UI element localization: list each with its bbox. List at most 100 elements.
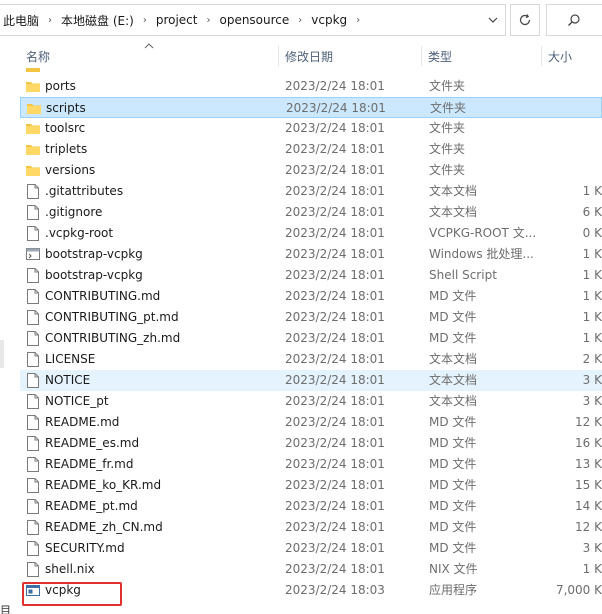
- chevron-right-icon[interactable]: ›: [137, 15, 153, 26]
- list-item[interactable]: README_zh_CN.md 2023/2/24 18:01 MD 文件 12 K: [20, 517, 602, 538]
- file-name: toolsrc: [45, 121, 86, 135]
- column-divider[interactable]: [421, 46, 422, 66]
- file-size: 6 K: [582, 205, 602, 219]
- list-item[interactable]: triplets 2023/2/24 18:01 文件夹: [20, 139, 602, 160]
- chevron-right-icon[interactable]: ›: [292, 15, 308, 26]
- chevron-right-icon[interactable]: ›: [350, 15, 366, 26]
- file-type: 文本文档: [429, 205, 478, 219]
- file-name: .vcpkg-root: [45, 226, 114, 240]
- document-icon: [26, 520, 40, 535]
- file-size: 3 K: [582, 373, 602, 387]
- file-size: [547, 139, 602, 160]
- file-modified-date: 2023/2/24 18:01: [285, 184, 385, 198]
- file-type: MD 文件: [429, 520, 477, 534]
- breadcrumb-this-pc[interactable]: 此电脑: [0, 12, 42, 29]
- list-item[interactable]: LICENSE 2023/2/24 18:01 文本文档 2 K: [20, 349, 602, 370]
- list-item[interactable]: shell.nix 2023/2/24 18:01 NIX 文件 1 K: [20, 559, 602, 580]
- list-item[interactable]: CONTRIBUTING.md 2023/2/24 18:01 MD 文件 1 K: [20, 286, 602, 307]
- document-icon: [26, 352, 40, 367]
- file-size: 1 K: [582, 289, 602, 303]
- file-type: 应用程序: [429, 583, 478, 597]
- sort-ascending-icon: [144, 42, 154, 52]
- breadcrumb-drive-e[interactable]: 本地磁盘 (E:): [58, 12, 137, 29]
- file-modified-date: 2023/2/24 18:01: [285, 226, 385, 240]
- address-dropdown-icon[interactable]: [480, 4, 506, 36]
- list-item[interactable]: .gitignore 2023/2/24 18:01 文本文档 6 K: [20, 202, 602, 223]
- file-type: 文件夹: [429, 79, 466, 93]
- file-modified-date: 2023/2/24 18:01: [285, 499, 385, 513]
- file-size: 15 K: [575, 478, 602, 492]
- list-item[interactable]: ports 2023/2/24 18:01 文件夹: [20, 76, 602, 97]
- file-modified-date: 2023/2/24 18:01: [285, 205, 385, 219]
- breadcrumb-opensource[interactable]: opensource: [216, 13, 292, 27]
- file-name: README_zh_CN.md: [45, 520, 163, 534]
- list-item[interactable]: bootstrap-vcpkg 2023/2/24 18:01 Windows 批处…: [20, 244, 602, 265]
- refresh-button[interactable]: [510, 4, 540, 36]
- file-name: CONTRIBUTING.md: [45, 289, 161, 303]
- file-type: NIX 文件: [429, 562, 478, 576]
- file-size: 1 K: [582, 310, 602, 324]
- chevron-right-icon[interactable]: ›: [200, 15, 216, 26]
- address-bar[interactable]: 此电脑 › 本地磁盘 (E:) › project › opensource ›…: [0, 4, 506, 36]
- file-type: 文本文档: [429, 373, 478, 387]
- search-box[interactable]: [546, 4, 602, 36]
- file-type: 文件夹: [429, 142, 466, 156]
- file-type: VCPKG-ROOT 文...: [429, 226, 537, 240]
- file-size: [547, 160, 602, 181]
- list-item[interactable]: scripts 2023/2/24 18:01 文件夹: [20, 97, 602, 118]
- chevron-right-icon[interactable]: ›: [42, 15, 58, 26]
- file-type: MD 文件: [429, 415, 477, 429]
- file-name: bootstrap-vcpkg: [45, 268, 143, 282]
- file-modified-date: 2023/2/24 18:01: [285, 520, 385, 534]
- list-item[interactable]: NOTICE 2023/2/24 18:01 文本文档 3 K: [20, 370, 602, 391]
- folder-icon: [26, 163, 40, 178]
- file-type: MD 文件: [429, 478, 477, 492]
- column-divider[interactable]: [278, 46, 279, 66]
- file-modified-date: 2023/2/24 18:01: [285, 121, 385, 135]
- file-type: MD 文件: [429, 499, 477, 513]
- file-name: NOTICE_pt: [45, 394, 109, 408]
- folder-icon: [27, 101, 41, 116]
- breadcrumb-vcpkg[interactable]: vcpkg: [308, 13, 350, 27]
- list-item[interactable]: toolsrc 2023/2/24 18:01 文件夹: [20, 118, 602, 139]
- folder-icon: [26, 121, 40, 136]
- list-item[interactable]: CONTRIBUTING_zh.md 2023/2/24 18:01 MD 文件 1 …: [20, 328, 602, 349]
- file-name: README_fr.md: [45, 457, 134, 471]
- list-item[interactable]: NOTICE_pt 2023/2/24 18:01 文本文档 3 K: [20, 391, 602, 412]
- file-name: README_es.md: [45, 436, 140, 450]
- breadcrumb-project[interactable]: project: [153, 13, 201, 27]
- list-item[interactable]: SECURITY.md 2023/2/24 18:01 MD 文件 3 K: [20, 538, 602, 559]
- file-size: 2 K: [582, 352, 602, 366]
- list-item[interactable]: README_es.md 2023/2/24 18:01 MD 文件 16 K: [20, 433, 602, 454]
- file-size: 16 K: [575, 436, 602, 450]
- file-name: README_pt.md: [45, 499, 138, 513]
- list-item[interactable]: versions 2023/2/24 18:01 文件夹: [20, 160, 602, 181]
- file-type: 文件夹: [429, 121, 466, 135]
- file-size: 1 K: [582, 331, 602, 345]
- file-modified-date: 2023/2/24 18:01: [285, 457, 385, 471]
- file-modified-date: 2023/2/24 18:01: [285, 352, 385, 366]
- list-item[interactable]: .vcpkg-root 2023/2/24 18:01 VCPKG-ROOT 文..…: [20, 223, 602, 244]
- file-type: 文本文档: [429, 352, 478, 366]
- column-divider[interactable]: [541, 46, 542, 66]
- file-type: MD 文件: [429, 436, 477, 450]
- list-item[interactable]: bootstrap-vcpkg 2023/2/24 18:01 Shell Scri…: [20, 265, 602, 286]
- list-item[interactable]: README_pt.md 2023/2/24 18:01 MD 文件 14 K: [20, 496, 602, 517]
- file-modified-date: 2023/2/24 18:01: [285, 289, 385, 303]
- file-modified-date: 2023/2/24 18:01: [286, 101, 386, 115]
- file-size: 14 K: [575, 499, 602, 513]
- list-item[interactable]: .gitattributes 2023/2/24 18:01 文本文档 1 K: [20, 181, 602, 202]
- file-modified-date: 2023/2/24 18:01: [285, 79, 385, 93]
- list-item[interactable]: CONTRIBUTING_pt.md 2023/2/24 18:01 MD 文件 1 …: [20, 307, 602, 328]
- file-type: Shell Script: [429, 268, 497, 282]
- file-modified-date: 2023/2/24 18:01: [285, 562, 385, 576]
- document-icon: [26, 499, 40, 514]
- batch-file-icon: [26, 247, 40, 262]
- list-item[interactable]: README_ko_KR.md 2023/2/24 18:01 MD 文件 15 K: [20, 475, 602, 496]
- list-item[interactable]: README.md 2023/2/24 18:01 MD 文件 12 K: [20, 412, 602, 433]
- list-item[interactable]: README_fr.md 2023/2/24 18:01 MD 文件 13 K: [20, 454, 602, 475]
- file-modified-date: 2023/2/24 18:01: [285, 373, 385, 387]
- file-size: [547, 118, 602, 139]
- document-icon: [26, 205, 40, 220]
- file-modified-date: 2023/2/24 18:01: [285, 436, 385, 450]
